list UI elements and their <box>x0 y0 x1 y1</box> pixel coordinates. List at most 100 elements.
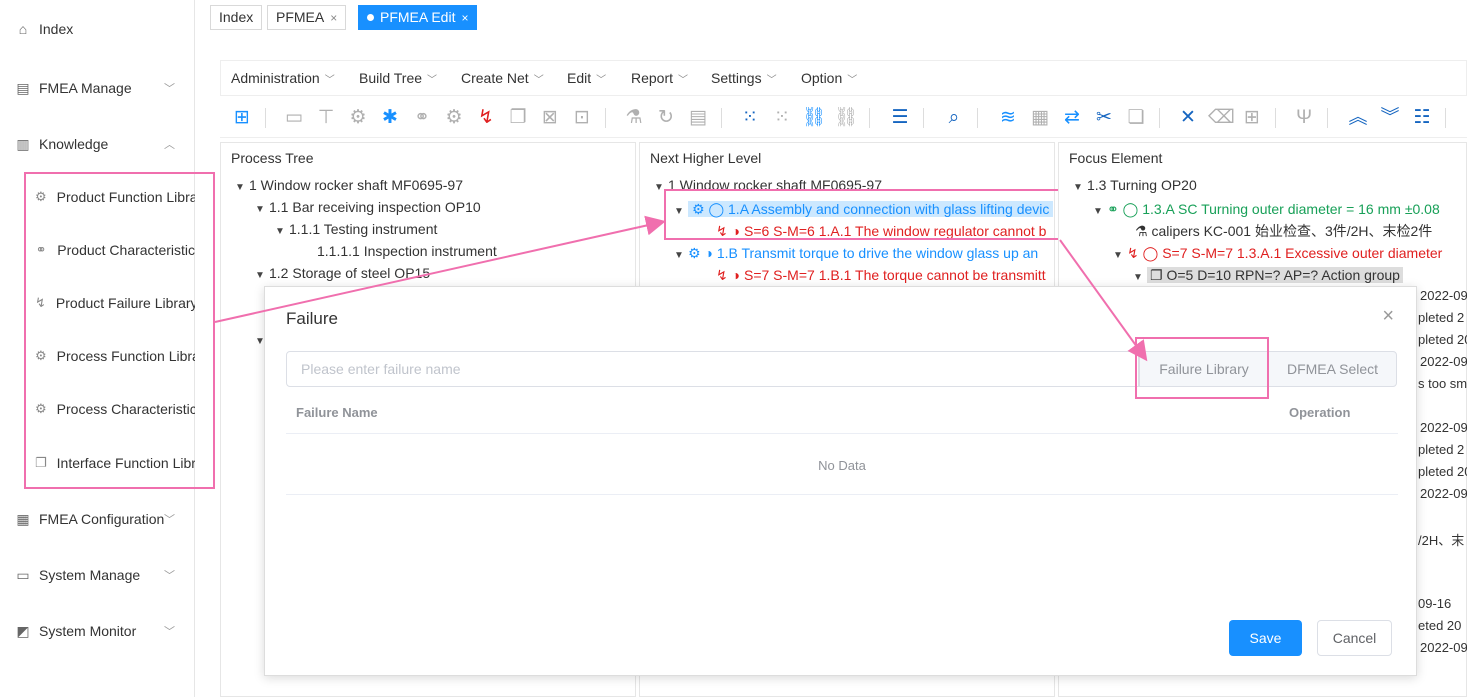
grid-dots-icon[interactable]: ⁙ <box>738 106 762 130</box>
flask-icon[interactable]: ⚗ <box>622 106 646 130</box>
tab-pfmea[interactable]: PFMEA × <box>267 5 347 30</box>
caret-down-icon[interactable]: ▼ <box>255 199 269 221</box>
gears-icon[interactable]: ⚙ <box>442 106 466 130</box>
close-icon[interactable]: × <box>330 11 337 25</box>
bg-fragment: pleted 2 <box>1418 442 1465 457</box>
backspace-icon[interactable]: ⌫ <box>1208 106 1235 130</box>
tree-node-action-group[interactable]: ▼ ❐ O=5 D=10 RPN=? AP=? Action group <box>1133 264 1403 286</box>
menu-edit[interactable]: Edit ﹀ <box>567 70 606 86</box>
paste-icon[interactable]: ❏ <box>1124 106 1148 130</box>
menu-administration[interactable]: Administration ﹀ <box>231 70 335 86</box>
tree-node-measurement[interactable]: ⚗ calipers KC-001 始业检查、3件/2H、末检2件 <box>1135 220 1432 242</box>
bg-fragment: eted 20 <box>1418 618 1462 633</box>
caret-down-icon[interactable]: ▼ <box>1113 245 1127 267</box>
tree-node[interactable]: ▼ 1.3 Turning OP20 <box>1073 174 1197 196</box>
chevron-down-icon: ﹀ <box>766 75 777 86</box>
menu-option[interactable]: Option ﹀ <box>801 70 857 86</box>
sidebar-item-system-manage[interactable]: ▭ System Manage ﹀ <box>0 555 195 595</box>
tree-node-characteristic[interactable]: ▼ ⚭ ◯ 1.3.A SC Turning outer diameter = 1… <box>1093 198 1440 220</box>
search-icon[interactable]: ⌕ <box>942 106 966 130</box>
structure-icon[interactable]: ⊤ <box>314 106 338 130</box>
refresh-icon[interactable]: ↻ <box>654 106 678 130</box>
menu-build-tree[interactable]: Build Tree ﹀ <box>359 70 437 86</box>
save-button[interactable]: Save <box>1229 620 1302 656</box>
caret-down-icon[interactable]: ▼ <box>255 265 269 287</box>
close-icon[interactable]: × <box>1382 305 1394 328</box>
link-icon[interactable]: ⚭ <box>410 106 434 130</box>
chevron-down-icon: ﹀ <box>164 514 175 526</box>
search-box-icon[interactable]: ⊡ <box>570 106 594 130</box>
tab-index[interactable]: Index <box>210 5 263 30</box>
chevron-down-icon: ﹀ <box>847 75 858 86</box>
expand-box-icon[interactable]: ⊞ <box>1240 106 1264 130</box>
sidebar-item-system-monitor[interactable]: ◩ System Monitor ﹀ <box>0 611 195 651</box>
sidebar-item-fmea-configuration[interactable]: ▦ FMEA Configuration ﹀ <box>0 499 195 539</box>
numbered-list-icon[interactable]: ☷ <box>1410 106 1434 130</box>
delete-x-icon[interactable]: ✕ <box>1176 106 1200 130</box>
unlink-icon[interactable]: ⛓ <box>834 106 858 130</box>
menu-settings[interactable]: Settings ﹀ <box>711 70 777 86</box>
bolt-icon: ↯ <box>716 267 728 283</box>
tree-node[interactable]: 1.1.1.1 Inspection instrument <box>317 240 497 262</box>
new-node-icon[interactable]: ⊞ <box>230 106 254 130</box>
sidebar-item-knowledge[interactable]: ▥ Knowledge ︿ <box>0 124 195 164</box>
chevron-down-icon: ﹀ <box>164 570 175 582</box>
sidebar-item-label: Index <box>39 21 74 37</box>
cancel-button[interactable]: Cancel <box>1317 620 1392 656</box>
monitor-icon[interactable]: ▭ <box>282 106 306 130</box>
tree-node[interactable]: ▼ 1.1.1 Testing instrument <box>275 218 437 240</box>
table-icon[interactable]: ▦ <box>1028 106 1052 130</box>
chain-link-icon[interactable]: ⛓ <box>802 106 826 130</box>
scissors-icon[interactable]: ✂ <box>1092 106 1116 130</box>
chevron-up-icon: ︿ <box>164 139 175 151</box>
list-view-icon[interactable]: ☰ <box>888 106 912 130</box>
tab-pfmea-edit[interactable]: PFMEA Edit × <box>358 5 478 30</box>
gear-icon: ⚙ <box>688 245 701 261</box>
menu-label: Report <box>631 70 674 86</box>
caret-down-icon[interactable]: ▼ <box>275 221 289 243</box>
tree-node[interactable]: ▼ 1.2 Storage of steel OP15 <box>255 262 430 284</box>
bg-fragment: 2022-09 <box>1420 288 1467 303</box>
chevron-down-icon: ﹀ <box>164 83 175 95</box>
tree-node[interactable]: ▼ 1 Window rocker shaft MF0695-97 <box>235 174 463 196</box>
dfmea-select-button[interactable]: DFMEA Select <box>1268 351 1397 387</box>
asterisk-icon[interactable]: ✱ <box>378 106 402 130</box>
grid-dots-grey-icon[interactable]: ⁙ <box>770 106 794 130</box>
expand-all-icon[interactable]: ︾ <box>1378 106 1402 130</box>
tree-node[interactable]: ▼ 1.1 Bar receiving inspection OP10 <box>255 196 481 218</box>
bolt-icon: ↯ <box>1127 245 1139 261</box>
menu-report[interactable]: Report ﹀ <box>631 70 688 86</box>
sidebar-item-index[interactable]: ⌂ Index <box>0 9 195 49</box>
table-divider <box>286 433 1398 434</box>
close-box-icon[interactable]: ⊠ <box>538 106 562 130</box>
copy-icon[interactable]: ❐ <box>506 106 530 130</box>
gear-icon[interactable]: ⚙ <box>346 106 370 130</box>
failure-bolt-icon[interactable]: ↯ <box>474 106 498 130</box>
highlight-failure-library-box <box>1135 337 1269 399</box>
failure-search-input[interactable] <box>286 351 1139 387</box>
highlight-knowledge-box <box>24 172 215 489</box>
sidebar-item-label: System Monitor <box>39 623 137 639</box>
caret-down-icon[interactable]: ▼ <box>235 177 249 199</box>
panel-title: Focus Element <box>1069 150 1163 166</box>
collapse-all-icon[interactable]: ︽ <box>1346 106 1370 130</box>
caret-down-icon[interactable]: ▼ <box>1093 201 1107 223</box>
caret-down-icon[interactable]: ▼ <box>1073 177 1087 199</box>
tree-node-function[interactable]: ▼ ⚙ ◑ 1.B Transmit torque to drive the wi… <box>674 242 1038 264</box>
grid-icon: ▦ <box>16 511 30 527</box>
filter-icon[interactable]: ≋ <box>996 106 1020 130</box>
tree-node-label: 1.B Transmit torque to drive the window … <box>716 245 1039 261</box>
close-icon[interactable]: × <box>461 11 468 25</box>
transfer-icon[interactable]: ⇄ <box>1060 106 1084 130</box>
tree-node-failure[interactable]: ▼ ↯ ◯ S=7 S-M=7 1.3.A.1 Excessive outer d… <box>1113 242 1442 264</box>
tree-node-failure[interactable]: ↯ ◑ S=7 S-M=7 1.B.1 The torque cannot be… <box>716 264 1046 286</box>
tree-node-label: 1.1.1.1 Inspection instrument <box>317 243 497 259</box>
tab-label: PFMEA Edit <box>380 9 456 25</box>
menu-create-net[interactable]: Create Net ﹀ <box>461 70 544 86</box>
document-icon[interactable]: ▤ <box>686 106 710 130</box>
chevron-down-icon: ﹀ <box>596 75 607 86</box>
fork-icon[interactable]: Ψ <box>1292 106 1316 130</box>
caret-down-icon[interactable]: ▼ <box>674 245 688 267</box>
circle-icon: ◯ <box>1142 245 1159 261</box>
sidebar-item-fmea-manage[interactable]: ▤ FMEA Manage ﹀ <box>0 68 195 108</box>
